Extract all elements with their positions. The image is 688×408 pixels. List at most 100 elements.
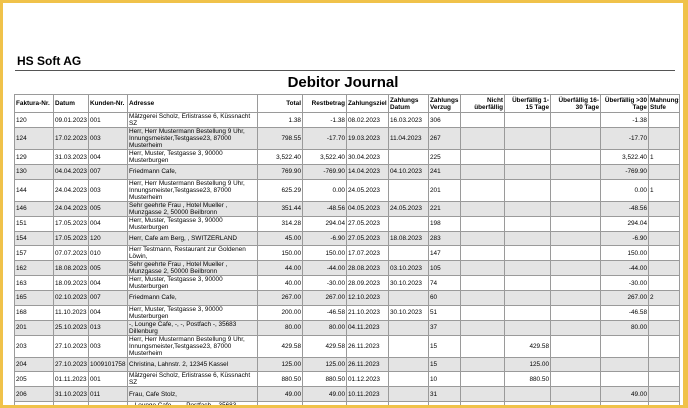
cell-payment-delay: 198 [428, 215, 461, 232]
cell-payment-delay: 31 [428, 386, 461, 402]
cell-overdue-30-plus [600, 334, 649, 358]
cell-payment-date [388, 245, 429, 262]
cell-payment-date [388, 371, 429, 388]
cell-not-overdue [460, 230, 505, 247]
table-row[interactable]: 203 27.10.2023 003 Herr, Herr Mustermann Be… [14, 334, 680, 358]
table-row[interactable]: 157 07.07.2023 010 Herr Testmann, Restauran… [14, 245, 680, 262]
cell-date: 17.05.2023 [53, 215, 89, 232]
cell-remaining: -30.00 [302, 275, 347, 292]
cell-due-date: 30.04.2023 [346, 149, 389, 165]
cell-date: 09.01.2023 [53, 112, 89, 128]
cell-customer-no: 013 [88, 319, 128, 336]
cell-payment-date: 30.10.2023 [388, 304, 429, 321]
cell-address: -, Lounge Cafe, -, -, Postfach -, 35683 … [127, 400, 258, 405]
table-row[interactable]: 20701.11.2023013-, Lounge Cafe, -, -, Po… [14, 400, 680, 405]
cell-overdue-30-plus [600, 356, 649, 373]
table-row[interactable]: 154 17.05.2023 120 Herr, Cafe am Berg, , SW… [14, 230, 680, 247]
debitor-journal-table: Faktura-Nr. Datum Kunden-Nr. Adresse Total Re… [14, 94, 680, 405]
cell-total: 625.29 [257, 178, 303, 202]
table-row[interactable]: 206 31.10.2023 011 Frau, Cafe Stolz, 49.00 49… [14, 386, 680, 402]
cell-invoice-no: 162 [14, 260, 54, 277]
cell-total: 351.44 [257, 200, 303, 217]
cell-payment-delay: 283 [428, 230, 461, 247]
cell-payment-date [388, 334, 429, 358]
cell-customer-no: 007 [88, 164, 128, 180]
cell-payment-delay: 225 [428, 149, 461, 165]
column-header-dunning-level: Mahnungs Stufe [648, 94, 680, 113]
table-row[interactable]: 129 31.03.2023 004 Herr, Muster, Testgasse … [14, 149, 680, 165]
cell-dunning-level [648, 400, 680, 405]
table-row[interactable]: 205 01.11.2023 001 Mätzgerei Scholz, Erlist… [14, 371, 680, 388]
cell-remaining: -48.56 [302, 200, 347, 217]
cell-customer-no: 007 [88, 290, 128, 306]
cell-overdue-30-plus: 3,522.40 [600, 149, 649, 165]
table-row[interactable]: 162 18.08.2023 005 Sehr geehrte Frau , Hote… [14, 260, 680, 277]
company-name: HS Soft AG [17, 54, 82, 68]
cell-overdue-16-30 [550, 371, 601, 388]
table-row[interactable]: 146 24.04.2023 005 Sehr geehrte Frau , Hote… [14, 200, 680, 217]
cell-address: Herr, Herr Mustermann Bestellung 9 Uhr, … [127, 334, 258, 358]
cell-invoice-no: 146 [14, 200, 54, 217]
table-row[interactable]: 120 09.01.2023 001 Mätzgerei Scholz, Erlist… [14, 112, 680, 128]
cell-customer-no: 004 [88, 275, 128, 292]
cell-not-overdue [460, 260, 505, 277]
cell-date: 01.11.2023 [53, 400, 89, 405]
cell-customer-no: 1009101758 [88, 356, 128, 373]
cell-overdue-30-plus: 150.00 [600, 245, 649, 262]
cell-total: 40.00 [257, 275, 303, 292]
cell-due-date: 24.05.2023 [346, 178, 389, 202]
cell-invoice-no: 205 [14, 371, 54, 388]
cell-overdue-16-30 [550, 230, 601, 247]
cell-not-overdue [460, 164, 505, 180]
report-page: HS Soft AG Debitor Journal Faktura-Nr. Da… [3, 3, 683, 405]
cell-not-overdue [460, 319, 505, 336]
cell-not-overdue [460, 178, 505, 202]
cell-date: 07.07.2023 [53, 245, 89, 262]
cell-due-date: 04.05.2023 [346, 200, 389, 217]
cell-payment-delay: 74 [428, 275, 461, 292]
cell-overdue-1-15: 429.58 [504, 334, 551, 358]
cell-invoice-no: 165 [14, 290, 54, 306]
cell-not-overdue [460, 127, 505, 150]
cell-address: Herr Testmann, Restaurant zur Goldenen L… [127, 245, 258, 262]
cell-payment-date: 16.03.2023 [388, 112, 429, 128]
cell-payment-delay: 201 [428, 178, 461, 202]
cell-overdue-1-15 [504, 149, 551, 165]
cell-payment-date: 24.05.2023 [388, 200, 429, 217]
cell-dunning-level: 2 [648, 290, 680, 306]
cell-customer-no: 013 [88, 400, 128, 405]
cell-overdue-16-30 [550, 356, 601, 373]
table-row[interactable]: 151 17.05.2023 004 Herr, Muster, Testgasse … [14, 215, 680, 232]
cell-total: 267.00 [257, 290, 303, 306]
cell-remaining: 267.00 [302, 290, 347, 306]
cell-remaining: 3,522.40 [302, 149, 347, 165]
cell-dunning-level [648, 230, 680, 247]
cell-invoice-no: 204 [14, 356, 54, 373]
cell-overdue-30-plus [600, 371, 649, 388]
cell-overdue-1-15 [504, 275, 551, 292]
cell-total: 314.28 [257, 215, 303, 232]
table-row[interactable]: 204 27.10.2023 1009101758 Christina, Lahnst… [14, 356, 680, 373]
cell-payment-date: 30.10.2023 [388, 275, 429, 292]
cell-address: Christina, Lahnstr. 2, 12345 Kassel [127, 356, 258, 373]
cell-overdue-1-15 [504, 260, 551, 277]
table-row[interactable]: 163 18.09.2023 004 Herr, Muster, Testgasse … [14, 275, 680, 292]
cell-payment-date: 11.04.2023 [388, 127, 429, 150]
table-row[interactable]: 130 04.04.2023 007 Friedmann Cafe, 769.90 -76… [14, 164, 680, 180]
cell-not-overdue [460, 400, 505, 405]
table-row[interactable]: 124 17.02.2023 003 Herr, Herr Mustermann Be… [14, 127, 680, 150]
table-row[interactable]: 168 11.10.2023 004 Herr, Muster, Testgasse … [14, 304, 680, 321]
cell-invoice-no: 124 [14, 127, 54, 150]
cell-payment-delay: 105 [428, 260, 461, 277]
cell-due-date: 26.11.2023 [346, 334, 389, 358]
cell-payment-date [388, 319, 429, 336]
table-row[interactable]: 144 24.04.2023 003 Herr, Herr Mustermann Be… [14, 178, 680, 202]
cell-due-date: 12.10.2023 [346, 290, 389, 306]
table-row[interactable]: 165 02.10.2023 007 Friedmann Cafe, 267.00 267… [14, 290, 680, 306]
cell-remaining: 294.04 [302, 215, 347, 232]
cell-remaining: 80.00 [302, 319, 347, 336]
cell-overdue-30-plus: -46.58 [600, 304, 649, 321]
cell-not-overdue [460, 275, 505, 292]
cell-invoice-no: 163 [14, 275, 54, 292]
table-row[interactable]: 201 25.10.2023 013 -, Lounge Cafe, -, -, Po… [14, 319, 680, 336]
